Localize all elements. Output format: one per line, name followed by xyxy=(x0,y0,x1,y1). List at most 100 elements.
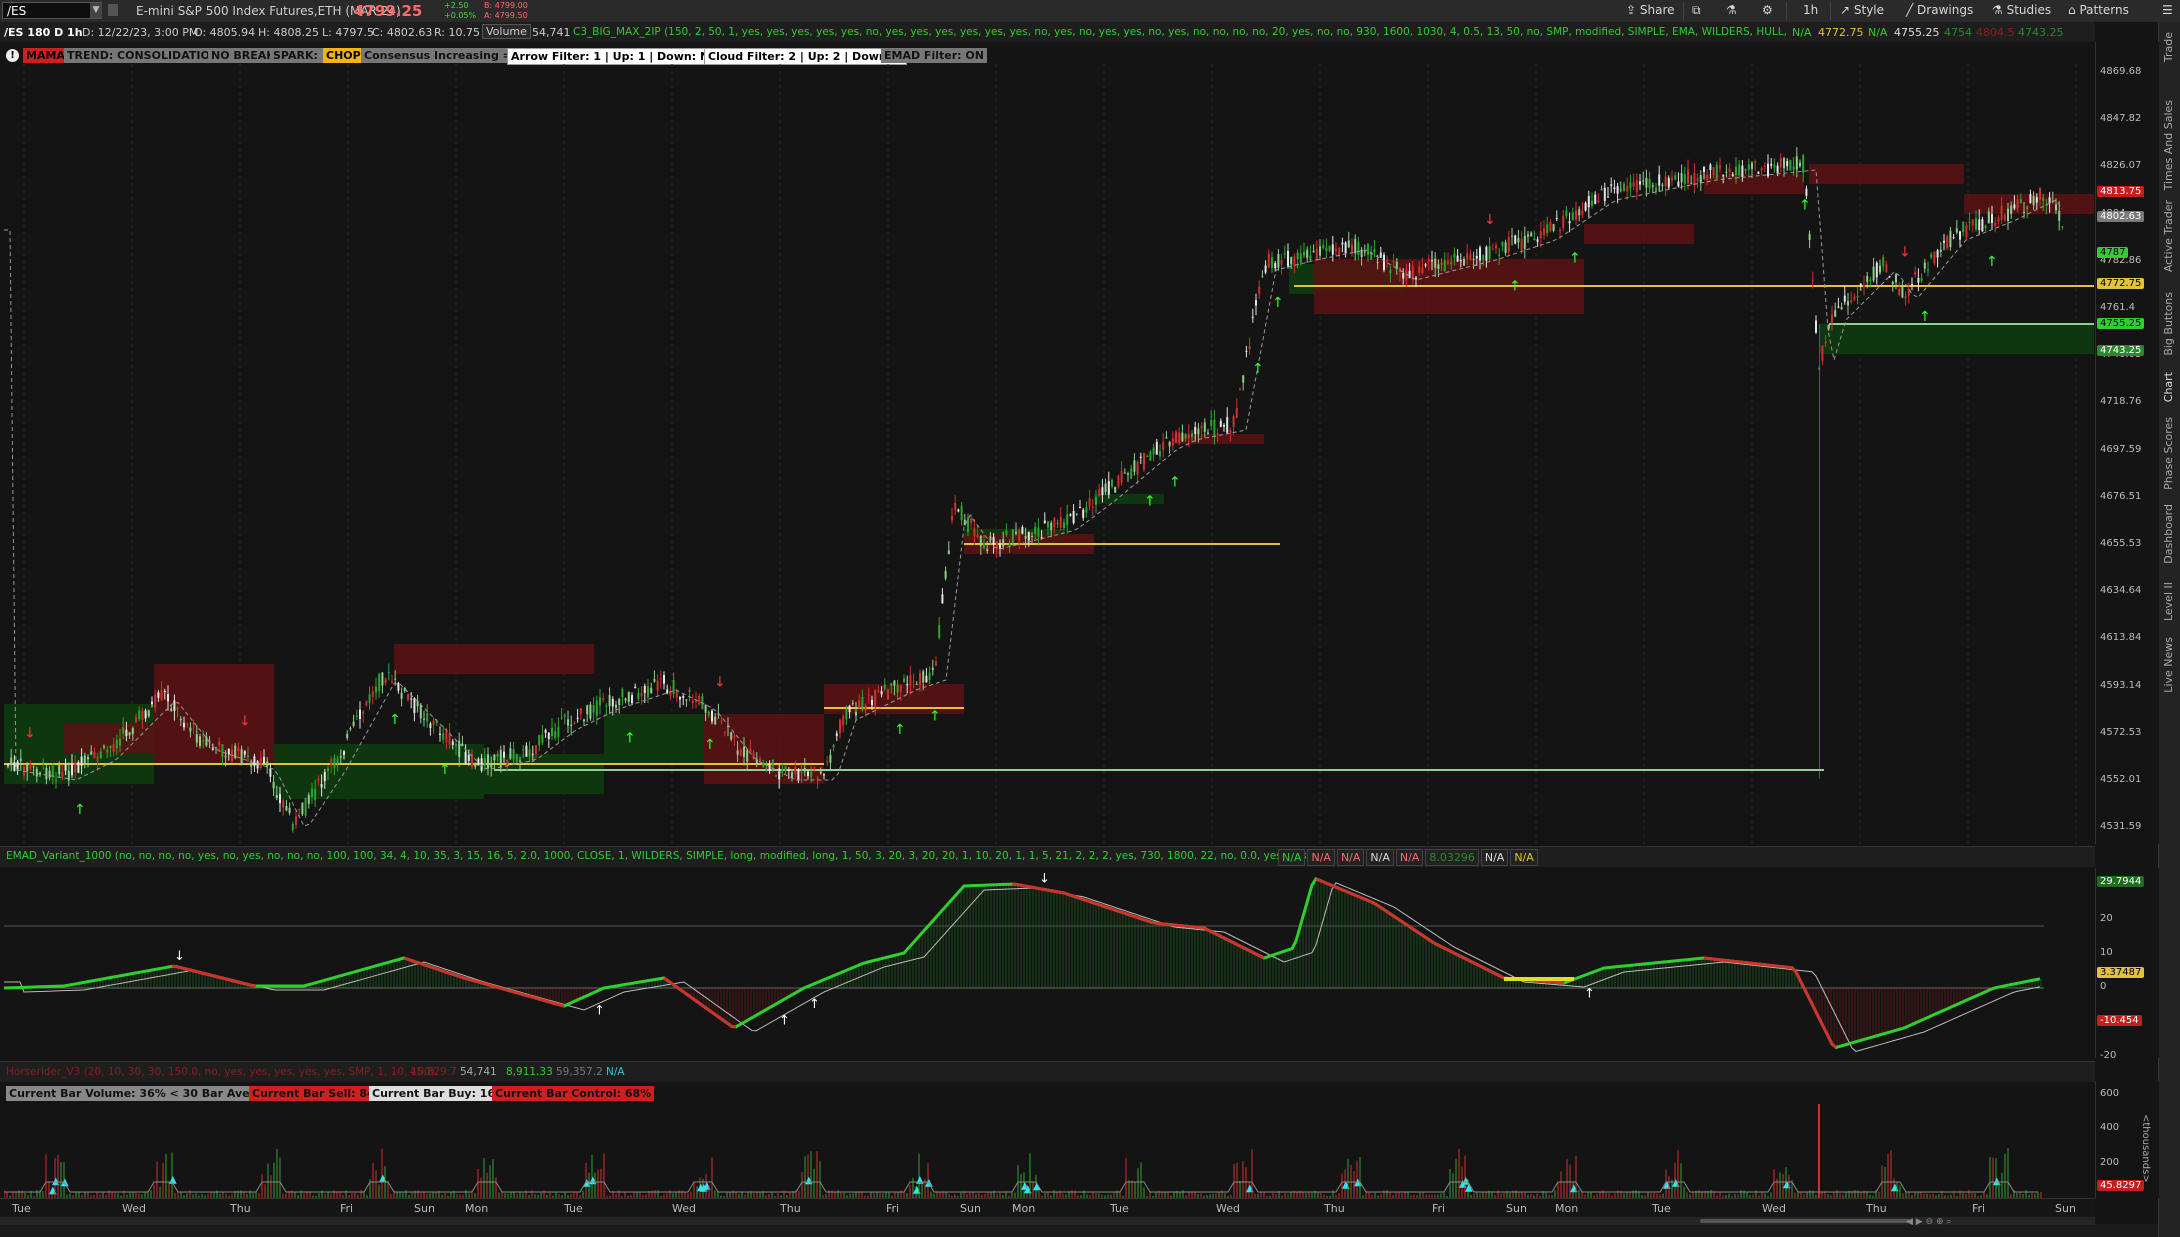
drawings-button[interactable]: ╱ Drawings xyxy=(1906,3,1973,17)
candle xyxy=(490,763,493,768)
timeframe-button[interactable]: 1h xyxy=(1803,3,1818,17)
tab-big-buttons[interactable]: Big Buttons xyxy=(2162,292,2175,356)
candle xyxy=(1744,169,1747,172)
candle xyxy=(2042,197,2045,201)
last-price: 4799.25 xyxy=(354,2,423,20)
candle xyxy=(339,756,342,758)
candle xyxy=(1856,296,1859,298)
candle xyxy=(1629,182,1632,189)
study-value-na: N/A xyxy=(1868,26,1888,39)
candle xyxy=(941,594,944,604)
candle xyxy=(1802,155,1805,173)
tab-active-trader[interactable]: Active Trader xyxy=(2162,200,2175,272)
candle xyxy=(1130,468,1133,479)
link-icon[interactable] xyxy=(108,4,118,16)
candle xyxy=(1079,506,1081,508)
candle xyxy=(826,761,829,763)
candle xyxy=(1514,235,1517,244)
candle xyxy=(1034,526,1037,534)
candle xyxy=(723,731,726,733)
candle xyxy=(189,727,192,732)
tab-level-ii[interactable]: Level II xyxy=(2162,582,2175,621)
tab-chart[interactable]: Chart xyxy=(2162,372,2175,402)
candle xyxy=(1283,253,1286,255)
info-icon[interactable]: ! xyxy=(6,49,19,62)
tab-phase-scores[interactable]: Phase Scores xyxy=(2162,417,2175,490)
candle xyxy=(775,775,777,777)
candle xyxy=(1338,247,1341,256)
scrollbar-thumb[interactable] xyxy=(1700,1219,1910,1223)
flask-icon[interactable]: ⚗ xyxy=(1726,3,1737,17)
gear-icon[interactable]: ⚙ xyxy=(1762,3,1773,17)
share-button[interactable]: ⇪ Share xyxy=(1626,3,1675,17)
style-button[interactable]: ↗ Style xyxy=(1840,3,1884,17)
candle xyxy=(1610,184,1613,186)
candle xyxy=(1549,222,1552,232)
price-marker: 4743.25 xyxy=(2097,345,2145,356)
detach-icon[interactable]: ⧉ xyxy=(1692,3,1701,18)
signal-cloud xyxy=(604,714,704,764)
candle xyxy=(307,794,310,804)
candle xyxy=(730,732,733,740)
candle xyxy=(1760,168,1763,171)
candle xyxy=(1923,262,1926,269)
candle xyxy=(515,754,518,763)
candle xyxy=(419,704,422,719)
candle xyxy=(323,771,326,781)
candle xyxy=(423,718,425,720)
studies-button[interactable]: ⚗ Studies xyxy=(1992,3,2051,17)
price-chart[interactable]: ↑ ↑ ↑ ↑ ↑ ↑ ↑ ↑ ↑ ↑ ↑ ↑ ↑ ↑ ↑ ↑ ↓ ↓ ↓ ↓ ↓ xyxy=(4,64,2094,844)
candle xyxy=(1239,388,1241,391)
symbol-input[interactable]: /ES xyxy=(2,2,102,19)
candle xyxy=(2003,214,2006,220)
buy-arrow-icon: ↑ xyxy=(74,802,86,818)
zoom-controls-icon[interactable]: ◀ ▶ ⊖ ⊕ ⌕ xyxy=(1906,1217,1951,1227)
emad-filter-badge: EMAD Filter: ON xyxy=(881,48,987,63)
candle xyxy=(154,694,157,708)
study-value: 4772.75 xyxy=(1818,26,1864,39)
candle xyxy=(1312,250,1315,253)
candle xyxy=(599,697,601,706)
candle xyxy=(397,683,400,691)
candle xyxy=(183,722,185,728)
patterns-button[interactable]: ⌂ Patterns xyxy=(2068,3,2129,17)
candle xyxy=(1360,249,1363,258)
tab-dashboard[interactable]: Dashboard xyxy=(2162,504,2175,564)
emad-oscillator[interactable]: ↓ ↑ ↑ ↑ ↓ ↑ xyxy=(4,868,2094,1058)
tab-live-news[interactable]: Live News xyxy=(2162,637,2175,693)
candle xyxy=(205,736,208,746)
price-tick: 4676.51 xyxy=(2100,490,2142,502)
candle xyxy=(1949,230,1952,248)
tab-trade[interactable]: Trade xyxy=(2162,32,2175,62)
candle xyxy=(957,509,960,512)
candle xyxy=(336,758,339,764)
candle xyxy=(1869,279,1872,281)
volume-histogram[interactable]: ▲▲ ▲ ▲ ▲ ▲▲▲▲▲▲▲▲ ▲ ▲▲ ▲ ▲ ▲ ▲ ▲▲▲ ▲ ▲ ▲ ▲ ▲▲ xyxy=(4,1104,2094,1198)
volume-tick: 600 xyxy=(2100,1088,2120,1099)
candle xyxy=(1299,253,1302,264)
menu-icon[interactable]: ☰ xyxy=(2162,3,2173,17)
candle xyxy=(1376,261,1379,263)
candle xyxy=(1747,164,1750,171)
candle xyxy=(333,758,336,768)
patterns-label: Patterns xyxy=(2079,3,2129,17)
tab-times-and-sales[interactable]: Times And Sales xyxy=(2162,100,2175,190)
candle xyxy=(1264,265,1267,273)
candle xyxy=(954,503,957,511)
candle xyxy=(1463,258,1465,266)
candle xyxy=(218,741,221,746)
candle xyxy=(592,705,595,713)
candle xyxy=(1216,433,1219,435)
candle xyxy=(634,686,637,689)
candle xyxy=(695,700,697,702)
candle xyxy=(595,700,598,716)
candle xyxy=(1543,228,1545,236)
candle xyxy=(1159,451,1161,457)
candle xyxy=(1069,514,1072,516)
candle xyxy=(813,767,816,769)
symbol-dropdown-icon[interactable]: ▼ xyxy=(90,3,102,18)
candle xyxy=(1674,175,1677,180)
candle xyxy=(650,687,653,694)
horserider-value: 45,829.7 xyxy=(410,1066,457,1078)
candle xyxy=(733,736,736,738)
